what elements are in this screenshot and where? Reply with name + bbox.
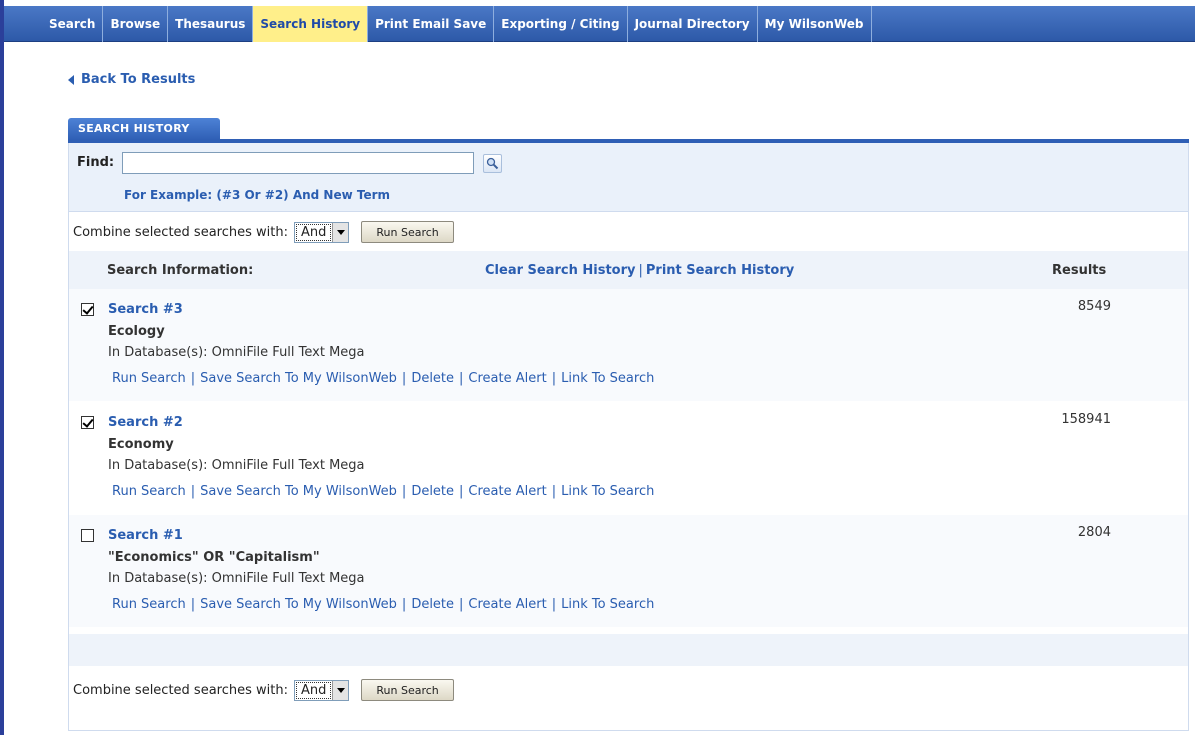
search-database: In Database(s): OmniFile Full Text Mega [108,458,365,473]
save-search-link[interactable]: Save Search To My WilsonWeb [200,597,397,612]
search-actions: Run Search | Save Search To My WilsonWeb | D… [112,597,654,612]
top-navigation: Search Browse Thesaurus Search History P… [4,6,1195,42]
tab-exporting-citing[interactable]: Exporting / Citing [494,6,628,42]
tab-my-wilsonweb[interactable]: My WilsonWeb [758,6,872,42]
separator: | [401,371,407,386]
search-entry: Search #1 "Economics" OR "Capitalism" In… [69,515,1188,627]
chevron-down-icon [332,222,349,242]
combine-operator-value: And [295,223,332,241]
separator: | [551,371,557,386]
search-select-checkbox[interactable] [81,303,94,316]
run-search-button[interactable]: Run Search [361,221,454,243]
results-header: Results [1052,263,1107,278]
history-footer-strip [69,634,1188,666]
separator: | [190,371,196,386]
tab-search[interactable]: Search [42,6,104,42]
search-select-checkbox[interactable] [81,416,94,429]
search-title-link[interactable]: Search #2 [108,415,183,430]
back-to-results-label: Back To Results [81,72,196,87]
combine-operator-value: And [295,681,332,699]
save-search-link[interactable]: Save Search To My WilsonWeb [200,371,397,386]
create-alert-link[interactable]: Create Alert [468,597,546,612]
separator: | [551,597,557,612]
save-search-link[interactable]: Save Search To My WilsonWeb [200,484,397,499]
link-to-search-link[interactable]: Link To Search [561,371,654,386]
search-result-count: 158941 [1061,412,1111,427]
history-actions: Clear Search History | Print Search Histor… [485,263,794,278]
delete-link[interactable]: Delete [411,371,454,386]
tab-journal-directory[interactable]: Journal Directory [628,6,758,42]
search-information-header: Search Information: [107,263,254,278]
separator: | [401,597,407,612]
separator: | [459,597,464,612]
combine-label: Combine selected searches with: [73,682,288,698]
link-to-search-link[interactable]: Link To Search [561,597,654,612]
tab-print-email-save[interactable]: Print Email Save [368,6,495,42]
find-label: Find: [77,155,115,170]
run-search-link[interactable]: Run Search [112,371,186,386]
tab-search-history[interactable]: Search History [253,6,369,42]
search-entry: Search #2 Economy In Database(s): OmniFi… [69,402,1188,514]
search-title-link[interactable]: Search #3 [108,302,183,317]
tab-browse[interactable]: Browse [103,6,169,42]
search-history-panel: Find: For Example: (#3 Or #2) And New Te… [68,143,1189,731]
link-to-search-link[interactable]: Link To Search [561,484,654,499]
run-search-link[interactable]: Run Search [112,484,186,499]
search-actions: Run Search | Save Search To My WilsonWeb | D… [112,371,654,386]
find-search-button[interactable] [483,154,502,173]
find-example-hint: For Example: (#3 Or #2) And New Term [124,188,391,202]
search-actions: Run Search | Save Search To My WilsonWeb | D… [112,484,654,499]
run-search-button[interactable]: Run Search [361,679,454,701]
separator: | [551,484,557,499]
window-left-border [0,0,4,735]
separator: | [190,597,196,612]
delete-link[interactable]: Delete [411,484,454,499]
separator: | [638,263,643,278]
separator: | [190,484,196,499]
search-title-link[interactable]: Search #1 [108,528,183,543]
search-term: "Economics" OR "Capitalism" [108,550,320,565]
combine-row-top: Combine selected searches with: And Run … [73,221,454,243]
search-database: In Database(s): OmniFile Full Text Mega [108,571,365,586]
search-select-checkbox[interactable] [81,529,94,542]
clear-search-history-link[interactable]: Clear Search History [485,263,635,278]
separator: | [459,371,464,386]
combine-label: Combine selected searches with: [73,224,288,240]
create-alert-link[interactable]: Create Alert [468,484,546,499]
search-term: Ecology [108,324,165,339]
panel-title: SEARCH HISTORY [68,118,220,140]
magnifier-icon [486,157,499,170]
chevron-down-icon [332,680,349,700]
search-entry: Search #3 Ecology In Database(s): OmniFi… [69,289,1188,401]
find-input[interactable] [122,152,474,174]
combine-operator-select[interactable]: And [293,679,350,701]
search-result-count: 2804 [1077,525,1111,540]
back-to-results-link[interactable]: Back To Results [68,72,195,87]
delete-link[interactable]: Delete [411,597,454,612]
combine-operator-select[interactable]: And [293,221,350,243]
find-area: Find: For Example: (#3 Or #2) And New Te… [69,143,1188,212]
combine-row-bottom: Combine selected searches with: And Run … [73,679,454,701]
search-result-count: 8549 [1077,299,1111,314]
separator: | [459,484,464,499]
print-search-history-link[interactable]: Print Search History [646,263,794,278]
back-arrow-icon [68,74,74,85]
create-alert-link[interactable]: Create Alert [468,371,546,386]
search-term: Economy [108,437,174,452]
run-search-link[interactable]: Run Search [112,597,186,612]
tab-thesaurus[interactable]: Thesaurus [168,6,254,42]
search-database: In Database(s): OmniFile Full Text Mega [108,345,365,360]
separator: | [401,484,407,499]
history-header-row: Search Information: Clear Search History… [69,251,1188,289]
